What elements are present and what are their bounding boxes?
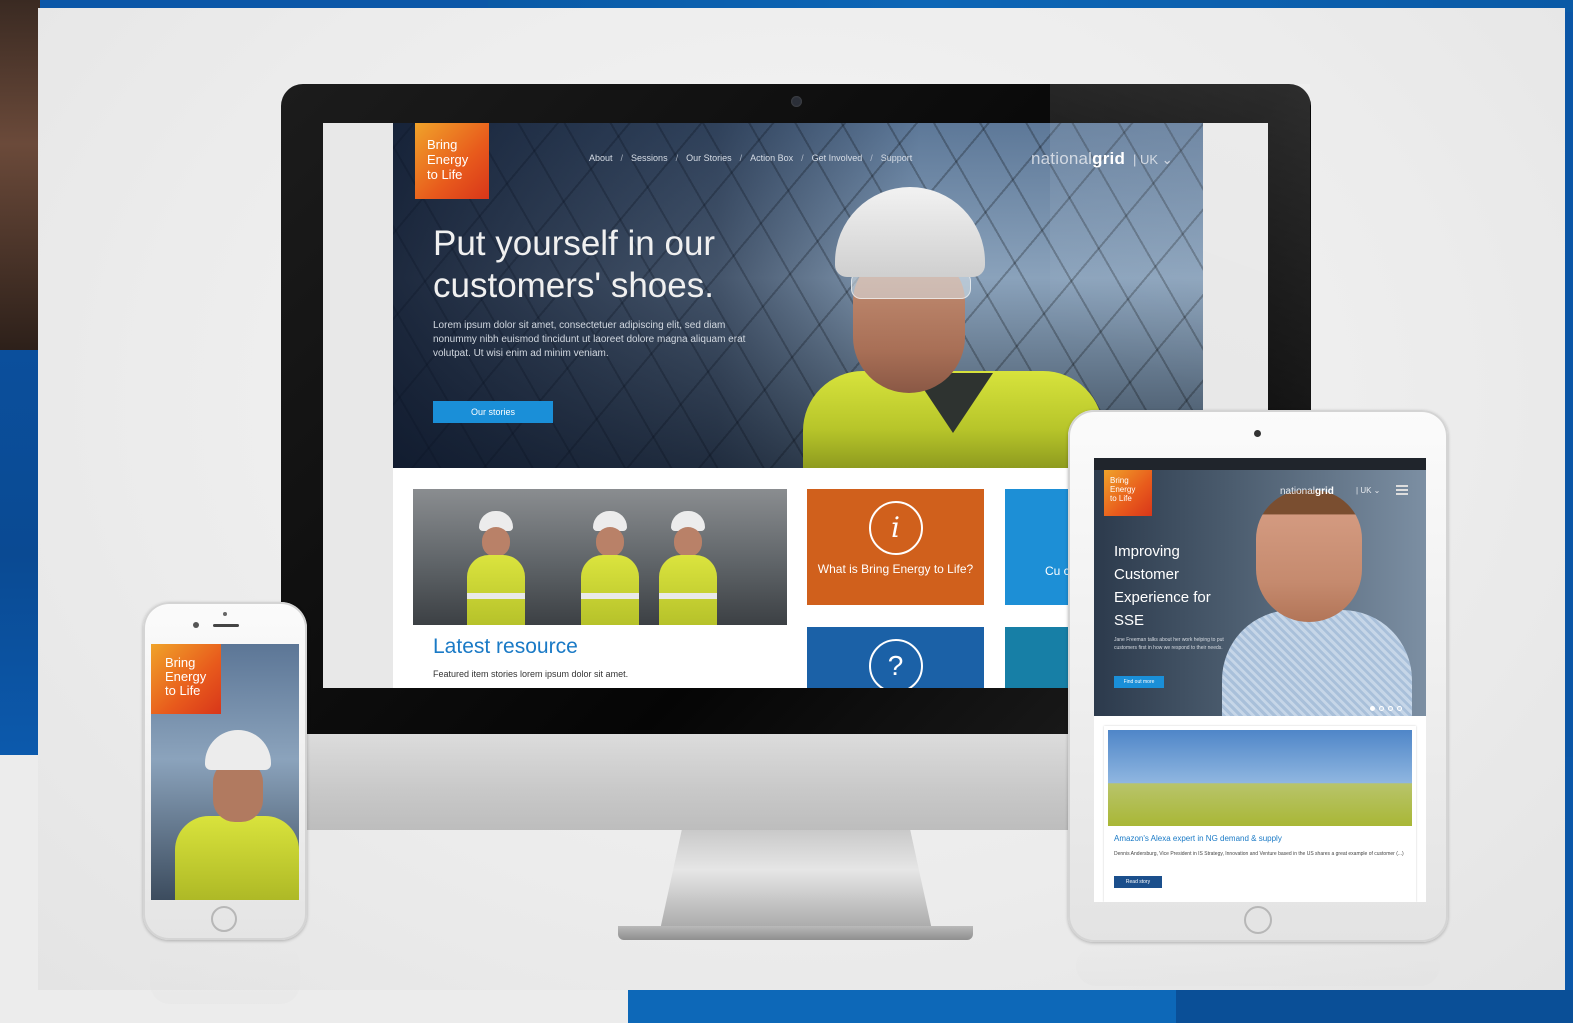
hero-title-line: Customer [1114,566,1180,583]
question-icon: ? [868,639,923,688]
nav-item-about[interactable]: About [589,153,613,163]
brand-line: to Life [1110,494,1132,503]
imac-base [618,926,973,940]
logo-bold-text: grid [1315,486,1334,497]
brand-line: Bring [165,655,196,670]
resource-title: Latest resource [433,635,578,658]
logo-light-text: national [1031,149,1093,168]
chevron-down-icon: ⌄ [1373,486,1381,495]
carousel-dot[interactable] [1370,706,1375,711]
story-photo [1108,730,1412,826]
iphone-speaker [213,624,239,627]
hero-title-line: Experience for [1114,589,1211,606]
home-button[interactable] [1244,906,1272,934]
tile-label: What is Bring Energy to Life? [817,562,974,576]
region-selector[interactable]: | UK ⌄ [1356,486,1380,495]
nav-item-sessions[interactable]: Sessions [631,153,668,163]
hero-title: Put yourself in our customers' shoes. [433,224,716,305]
nav-separator: / [620,153,624,163]
nav-item-get-involved[interactable]: Get Involved [812,153,863,163]
tile-what-is[interactable]: i What is Bring Energy to Life? [807,489,984,605]
ipad-camera [1254,430,1261,437]
tile-faq[interactable]: ? [807,627,984,688]
engineer-photo [803,183,1103,468]
presenter-photo [1222,490,1412,716]
background-bottom-strip [628,990,1573,1023]
region-label: UK [1360,486,1372,495]
story-text: Dennis Andersburg, Vice President in IS … [1114,851,1404,857]
chevron-down-icon: ⌄ [1161,152,1173,167]
brand-line: Energy [165,669,207,684]
nav-separator: / [801,153,804,163]
imac-stand [660,830,932,930]
background-right-edge [1565,12,1573,757]
our-stories-button[interactable]: Our stories [433,401,553,423]
home-button[interactable] [211,906,237,932]
nav-item-support[interactable]: Support [881,153,913,163]
hero-title-line: Improving [1114,543,1180,560]
story-title[interactable]: Amazon's Alexa expert in NG demand & sup… [1114,834,1282,843]
worker-figure [581,511,639,625]
logo-bold-text: grid [1092,149,1126,168]
iphone-camera [193,622,199,628]
hero-body: Jane Freeman talks about her work helpin… [1114,637,1224,651]
brand-logo[interactable]: Bring Energy to Life [1104,470,1152,516]
region-selector[interactable]: | UK ⌄ [1133,152,1173,168]
hero-banner: Bring Energy to Life nationalgrid | UK ⌄… [1094,470,1426,716]
presenter-face [1256,490,1362,622]
main-nav: About / Sessions / Our Stories / Action Box… [589,153,912,163]
ipad-frame: Bring Energy to Life nationalgrid | UK ⌄… [1068,410,1448,942]
region-label: UK [1140,152,1159,167]
worker-figure [467,511,525,625]
imac-camera [791,96,802,107]
nav-separator: / [739,153,743,163]
hero-title: Improving Customer Experience for SSE [1114,540,1234,632]
iphone-sensor [223,612,227,616]
hero-cta-button[interactable]: Find out more [1114,676,1164,688]
checked-shirt [1222,610,1412,716]
brand-line: Energy [427,152,469,167]
iphone-reflection [150,944,300,1004]
carousel-dot[interactable] [1397,706,1402,711]
nav-separator: / [675,153,679,163]
carousel-dot[interactable] [1388,706,1393,711]
hero-title-line: SSE [1114,612,1145,629]
resource-photo [413,489,787,625]
iphone-screen: Bring Energy to Life [151,644,299,900]
brand-logo[interactable]: Bring Energy to Life [151,644,221,714]
nav-item-our-stories[interactable]: Our Stories [686,153,732,163]
resource-text: Featured item stories lorem ipsum dolor … [433,669,629,679]
carousel-dot[interactable] [1379,706,1384,711]
story-card[interactable]: Amazon's Alexa expert in NG demand & sup… [1104,726,1416,902]
brand-line: Bring [427,137,458,152]
carousel-dots [1370,706,1402,711]
brand-line: Energy [1110,485,1136,494]
background-blue-panel [0,350,40,760]
hero-body: Lorem ipsum dolor sit amet, consectetuer… [433,320,746,359]
brand-logo[interactable]: Bring Energy to Life [415,123,489,199]
worker-figure [659,511,717,625]
brand-line: Bring [1110,476,1129,485]
hard-hat [835,187,985,277]
brand-line: to Life [165,683,201,698]
latest-resource-card[interactable]: Latest resource Featured item stories lo… [413,489,787,688]
status-bar [1094,458,1426,470]
hi-vis-jacket [175,816,299,900]
national-grid-logo[interactable]: nationalgrid [1280,486,1334,497]
engineer-photo [175,730,299,900]
read-story-button[interactable]: Read story [1114,876,1162,888]
logo-light-text: national [1280,486,1316,497]
brand-line: to Life [427,167,463,182]
nav-item-action-box[interactable]: Action Box [750,153,793,163]
hamburger-menu-icon[interactable] [1396,485,1408,495]
ipad-reflection [1076,946,1440,986]
iphone-frame: Bring Energy to Life [143,602,307,940]
info-icon: i [868,501,923,555]
nav-separator: / [870,153,873,163]
hard-hat [205,730,271,770]
ipad-screen: Bring Energy to Life nationalgrid | UK ⌄… [1094,458,1426,902]
background-photo-edge [0,0,40,360]
national-grid-logo[interactable]: nationalgrid [1031,149,1125,169]
